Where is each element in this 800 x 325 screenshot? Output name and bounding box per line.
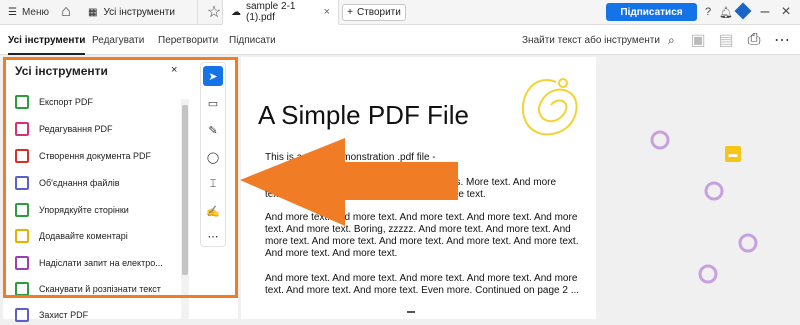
annotation-arrow	[240, 138, 458, 226]
